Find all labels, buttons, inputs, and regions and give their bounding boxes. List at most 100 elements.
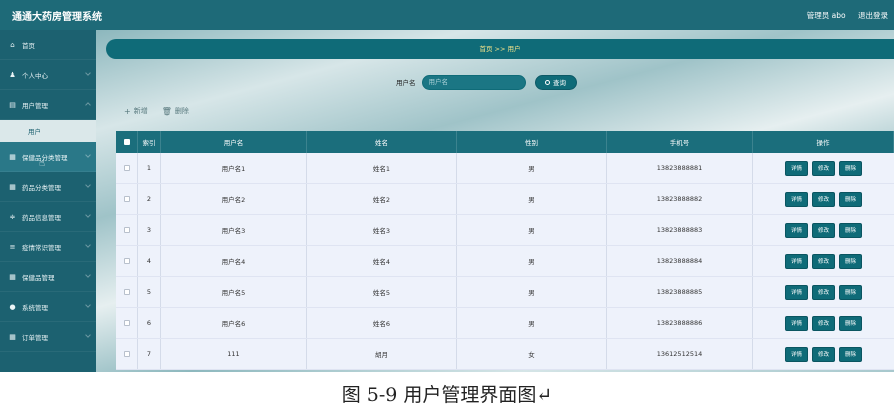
sidebar: ⌂ 首页 ♟ 个人中心 ▤ 用户管理 用户 ▦ 保健品分类管理 ▦ 药品分类管理… — [0, 30, 96, 372]
pin-icon: ● — [9, 302, 16, 311]
cell-phone: 13823888881 — [607, 153, 753, 183]
header-username: 用户名 — [161, 131, 307, 153]
chevron-down-icon — [85, 70, 91, 76]
search-bar: 用户名 查询 — [396, 74, 577, 90]
cell-username: 用户名4 — [161, 246, 307, 276]
cell-operations: 详情 修改 删除 — [753, 153, 894, 183]
cell-phone: 13612512514 — [607, 339, 753, 369]
cell-phone: 13823888884 — [607, 246, 753, 276]
edit-button[interactable]: 修改 — [812, 223, 834, 237]
grid-icon: ▦ — [9, 152, 16, 161]
sidebar-item-label: 疫情常识管理 — [22, 243, 61, 252]
row-checkbox[interactable] — [123, 227, 130, 233]
main-content: 首页 >> 用户 用户名 查询 + 新增 🗑 删除 索引 用户名 — [96, 30, 894, 372]
header-phone: 手机号 — [607, 131, 753, 153]
cell-index: 6 — [138, 308, 161, 338]
edit-button[interactable]: 修改 — [812, 192, 834, 206]
detail-button[interactable]: 详情 — [785, 161, 807, 175]
cell-username: 用户名2 — [161, 184, 307, 214]
cell-operations: 详情 修改 删除 — [753, 184, 894, 214]
row-checkbox[interactable] — [123, 289, 130, 295]
sidebar-item-system[interactable]: ● 系统管理 — [0, 292, 96, 322]
cell-gender: 男 — [457, 308, 607, 338]
home-icon: ⌂ — [10, 40, 15, 49]
user-table: 索引 用户名 姓名 性别 手机号 操作 1 用户名1 姓名1 男 1382388… — [116, 131, 894, 370]
cell-username: 111 — [161, 339, 307, 369]
sidebar-item-orders[interactable]: ▦ 订单管理 — [0, 322, 96, 352]
list-icon: ≡ — [9, 242, 16, 251]
row-checkbox-cell — [116, 308, 138, 338]
cell-operations: 详情 修改 删除 — [753, 308, 894, 338]
delete-button[interactable]: 删除 — [840, 285, 862, 299]
sidebar-item-user-management[interactable]: ▤ 用户管理 — [0, 90, 96, 120]
sidebar-item-profile[interactable]: ♟ 个人中心 — [0, 60, 96, 90]
delete-button[interactable]: 删除 — [840, 316, 862, 330]
sidebar-item-home[interactable]: ⌂ 首页 — [0, 30, 96, 60]
edit-button[interactable]: 修改 — [812, 285, 834, 299]
sidebar-item-drug-category[interactable]: ▦ 药品分类管理 — [0, 172, 96, 202]
sidebar-item-epidemic-knowledge[interactable]: ≡ 疫情常识管理 — [0, 232, 96, 262]
header-gender: 性别 — [457, 131, 607, 153]
row-checkbox[interactable] — [123, 258, 130, 264]
chevron-up-icon — [85, 102, 91, 108]
row-checkbox[interactable] — [123, 320, 130, 326]
edit-button[interactable]: 修改 — [812, 316, 834, 330]
delete-button[interactable]: 删除 — [840, 192, 862, 206]
cell-phone: 13823888885 — [607, 277, 753, 307]
toolbar: + 新增 🗑 删除 — [124, 106, 203, 116]
search-button-label: 查询 — [553, 79, 566, 87]
cell-gender: 男 — [457, 246, 607, 276]
top-header: 通通大药房管理系统 管理员 abo 退出登录 — [0, 0, 894, 30]
detail-button[interactable]: 详情 — [785, 192, 807, 206]
delete-button[interactable]: 删除 — [840, 254, 862, 268]
cell-gender: 男 — [457, 184, 607, 214]
cell-gender: 男 — [457, 153, 607, 183]
delete-button[interactable]: 删除 — [840, 347, 862, 361]
add-button[interactable]: + 新增 — [124, 106, 148, 116]
search-button[interactable]: 查询 — [534, 74, 577, 90]
chevron-down-icon — [85, 302, 91, 308]
person-icon: ♟ — [9, 70, 16, 79]
sidebar-item-health-products[interactable]: ▦ 保健品管理 — [0, 262, 96, 292]
cell-phone: 13823888886 — [607, 308, 753, 338]
cell-operations: 详情 修改 删除 — [753, 246, 894, 276]
row-checkbox-cell — [116, 184, 138, 214]
delete-button[interactable]: 删除 — [840, 161, 862, 175]
sidebar-item-label: 药品分类管理 — [22, 183, 61, 192]
sidebar-subitem-user[interactable]: 用户 — [0, 120, 96, 142]
edit-button[interactable]: 修改 — [812, 347, 834, 361]
cell-index: 4 — [138, 246, 161, 276]
app-window: 通通大药房管理系统 管理员 abo 退出登录 ⌂ 首页 ♟ 个人中心 ▤ 用户管… — [0, 0, 894, 372]
figure-caption: 图 5-9 用户管理界面图↵ — [341, 384, 553, 406]
cell-username: 用户名3 — [161, 215, 307, 245]
table-row: 7 111 胡月 女 13612512514 详情 修改 删除 — [116, 339, 894, 370]
cell-name: 姓名2 — [307, 184, 457, 214]
cell-index: 7 — [138, 339, 161, 369]
detail-button[interactable]: 详情 — [785, 223, 807, 237]
row-checkbox[interactable] — [123, 196, 130, 202]
cell-gender: 男 — [457, 277, 607, 307]
chevron-down-icon — [85, 152, 91, 158]
delete-button[interactable]: 删除 — [840, 223, 862, 237]
edit-button[interactable]: 修改 — [812, 161, 834, 175]
sidebar-item-health-category[interactable]: ▦ 保健品分类管理 — [0, 142, 96, 172]
search-input[interactable] — [421, 74, 526, 90]
cell-phone: 13823888882 — [607, 184, 753, 214]
batch-delete-button[interactable]: 🗑 删除 — [162, 106, 189, 116]
cell-username: 用户名5 — [161, 277, 307, 307]
filter-icon: ≑ — [9, 212, 16, 221]
detail-button[interactable]: 详情 — [785, 254, 807, 268]
cell-index: 3 — [138, 215, 161, 245]
table-header: 索引 用户名 姓名 性别 手机号 操作 — [116, 131, 894, 153]
header-index: 索引 — [138, 131, 161, 153]
row-checkbox[interactable] — [123, 351, 130, 357]
detail-button[interactable]: 详情 — [785, 316, 807, 330]
logout-link[interactable]: 退出登录 — [858, 11, 888, 20]
detail-button[interactable]: 详情 — [785, 285, 807, 299]
row-checkbox[interactable] — [123, 165, 130, 171]
row-checkbox-cell — [116, 246, 138, 276]
select-all-checkbox[interactable] — [123, 139, 130, 145]
edit-button[interactable]: 修改 — [812, 254, 834, 268]
detail-button[interactable]: 详情 — [785, 347, 807, 361]
sidebar-item-drug-info[interactable]: ≑ 药品信息管理 — [0, 202, 96, 232]
